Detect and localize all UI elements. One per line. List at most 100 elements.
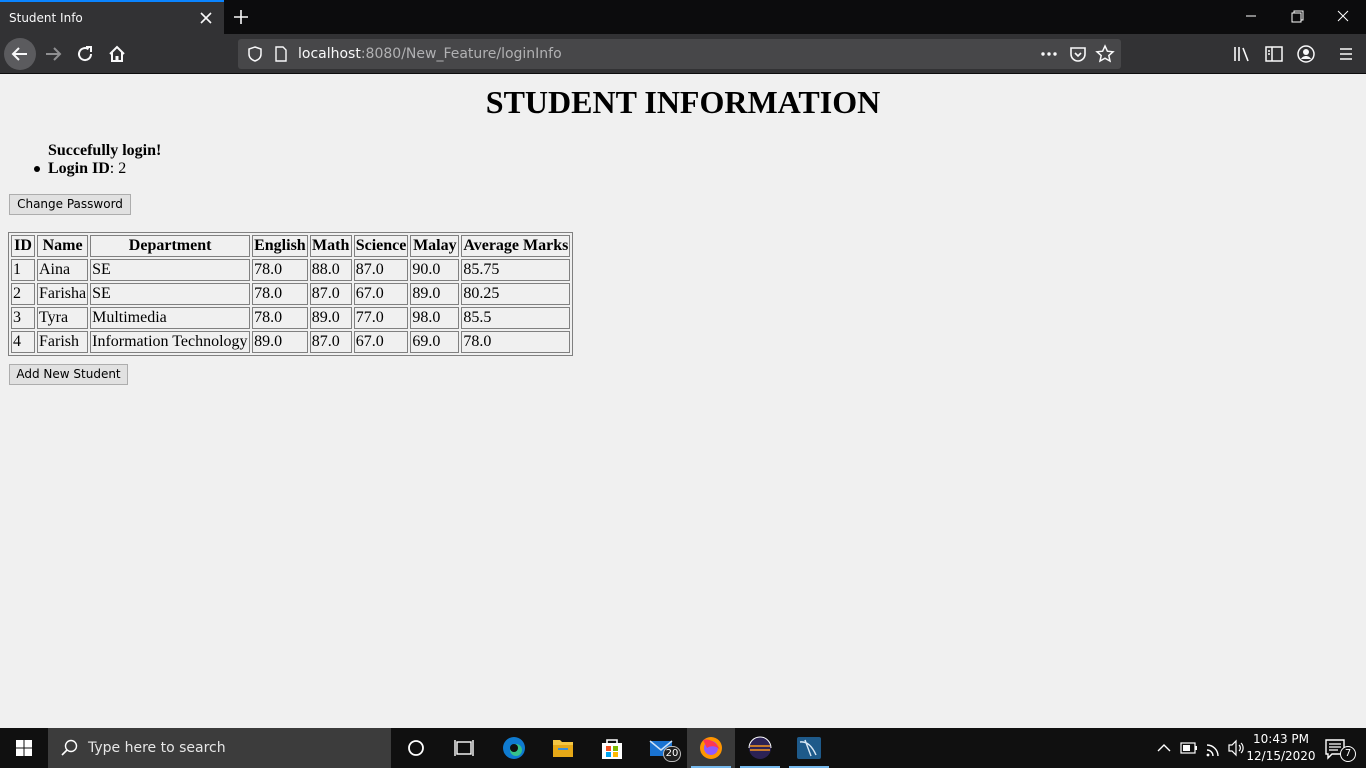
cell-name: Aina <box>37 259 89 281</box>
library-icon[interactable] <box>1231 43 1253 65</box>
page-content: STUDENT INFORMATION Succefully login! Lo… <box>0 75 1366 728</box>
close-tab-icon[interactable] <box>196 8 216 28</box>
page-title: STUDENT INFORMATION <box>485 84 881 120</box>
url-host: localhost <box>298 46 361 62</box>
tab-student-info[interactable]: Student Info <box>0 0 224 34</box>
home-icon[interactable] <box>101 38 133 70</box>
back-icon[interactable] <box>4 38 36 70</box>
bullet-icon <box>34 166 40 172</box>
cell-english: 78.0 <box>252 259 308 281</box>
tracking-shield-icon[interactable] <box>246 45 264 63</box>
table-header-row: ID Name Department English Math Science … <box>11 235 571 257</box>
cell-name: Farish <box>37 331 89 353</box>
file-explorer-icon[interactable] <box>539 728 587 768</box>
address-bar[interactable]: localhost:8080/New_Feature/loginInfo <box>238 39 1121 69</box>
action-center-button[interactable]: 7 <box>1318 728 1366 768</box>
cell-average: 85.75 <box>461 259 571 281</box>
cell-department: SE <box>90 283 251 305</box>
column-header-malay: Malay <box>410 235 460 257</box>
cell-science: 67.0 <box>353 331 409 353</box>
forward-icon[interactable] <box>37 38 69 70</box>
task-view-icon[interactable] <box>440 728 488 768</box>
clock-date: 12/15/2020 <box>1246 749 1316 763</box>
restore-icon[interactable] <box>1274 0 1320 34</box>
clock-time: 10:43 PM <box>1253 732 1309 746</box>
reload-icon[interactable] <box>69 38 101 70</box>
wifi-icon[interactable] <box>1203 728 1225 768</box>
mysql-workbench-taskbar-button[interactable] <box>785 728 833 768</box>
column-header-science: Science <box>353 235 409 257</box>
mail-badge: 20 <box>663 746 681 762</box>
cell-id: 4 <box>11 331 35 353</box>
cell-id: 3 <box>11 307 35 329</box>
cell-malay: 90.0 <box>410 259 460 281</box>
column-header-math: Math <box>309 235 352 257</box>
page-info-icon[interactable] <box>274 46 288 62</box>
taskbar-clock[interactable]: 10:43 PM 12/15/2020 <box>1244 731 1318 765</box>
cell-department: Information Technology <box>90 331 251 353</box>
add-new-student-button[interactable]: Add New Student <box>9 364 128 385</box>
login-info-list: Succefully login! Login ID: 2 <box>34 142 162 178</box>
login-id-item: Login ID: 2 <box>34 160 161 178</box>
table-row: 4 Farish Information Technology 89.0 87.… <box>11 331 571 353</box>
cell-average: 85.5 <box>461 307 571 329</box>
browser-nav-bar: localhost:8080/New_Feature/loginInfo <box>0 34 1366 74</box>
show-hidden-icons-icon[interactable] <box>1154 728 1174 768</box>
cell-math: 87.0 <box>309 283 352 305</box>
firefox-icon <box>700 737 722 759</box>
edge-browser-icon[interactable] <box>490 728 538 768</box>
taskbar-search-box[interactable]: Type here to search <box>48 728 391 768</box>
url-text[interactable]: localhost:8080/New_Feature/loginInfo <box>298 46 562 62</box>
cell-science: 77.0 <box>353 307 409 329</box>
cell-math: 88.0 <box>309 259 352 281</box>
column-header-name: Name <box>37 235 89 257</box>
battery-icon[interactable] <box>1178 728 1200 768</box>
volume-icon[interactable] <box>1226 728 1246 768</box>
browser-tab-bar: Student Info <box>0 0 1366 34</box>
cell-average: 78.0 <box>461 331 571 353</box>
cell-science: 67.0 <box>353 283 409 305</box>
cell-id: 2 <box>11 283 35 305</box>
search-icon <box>61 739 78 756</box>
hamburger-menu-icon[interactable] <box>1335 43 1357 65</box>
eclipse-taskbar-button[interactable] <box>736 728 784 768</box>
search-placeholder: Type here to search <box>88 740 226 756</box>
cell-english: 78.0 <box>252 307 308 329</box>
notification-count-badge: 7 <box>1340 746 1356 762</box>
table-row: 3 Tyra Multimedia 78.0 89.0 77.0 98.0 85… <box>11 307 571 329</box>
more-actions-icon[interactable] <box>1038 44 1060 64</box>
cell-name: Farisha <box>37 283 89 305</box>
windows-start-icon[interactable] <box>0 728 48 768</box>
cell-math: 89.0 <box>309 307 352 329</box>
pocket-icon[interactable] <box>1068 44 1088 64</box>
eclipse-icon <box>748 736 772 759</box>
cell-department: SE <box>90 259 251 281</box>
bookmark-star-icon[interactable] <box>1095 44 1115 64</box>
login-id-value: : 2 <box>109 160 127 177</box>
sidebar-icon[interactable] <box>1263 43 1285 65</box>
windows-taskbar: Type here to search 20 10:43 PM 12/15/20… <box>0 728 1366 768</box>
minimize-icon[interactable] <box>1228 0 1274 34</box>
account-icon[interactable] <box>1295 43 1317 65</box>
table-row: 2 Farisha SE 78.0 87.0 67.0 89.0 80.25 <box>11 283 571 305</box>
column-header-average-marks: Average Marks <box>461 235 571 257</box>
cell-science: 87.0 <box>353 259 409 281</box>
cell-name: Tyra <box>37 307 89 329</box>
close-window-icon[interactable] <box>1320 0 1366 34</box>
cell-math: 87.0 <box>309 331 352 353</box>
firefox-taskbar-button[interactable] <box>687 728 735 768</box>
tab-title: Student Info <box>9 11 83 25</box>
cell-department: Multimedia <box>90 307 251 329</box>
cell-average: 80.25 <box>461 283 571 305</box>
url-path: :8080/New_Feature/loginInfo <box>360 46 562 62</box>
change-password-button[interactable]: Change Password <box>9 194 131 215</box>
microsoft-store-icon[interactable] <box>588 728 636 768</box>
student-table: ID Name Department English Math Science … <box>8 232 574 356</box>
cell-malay: 69.0 <box>410 331 460 353</box>
mail-app[interactable]: 20 <box>637 728 685 768</box>
cell-english: 89.0 <box>252 331 308 353</box>
new-tab-icon[interactable] <box>230 6 252 28</box>
login-id-label: Login ID <box>48 160 110 177</box>
cortana-icon[interactable] <box>392 728 440 768</box>
success-message: Succefully login! <box>48 142 162 159</box>
